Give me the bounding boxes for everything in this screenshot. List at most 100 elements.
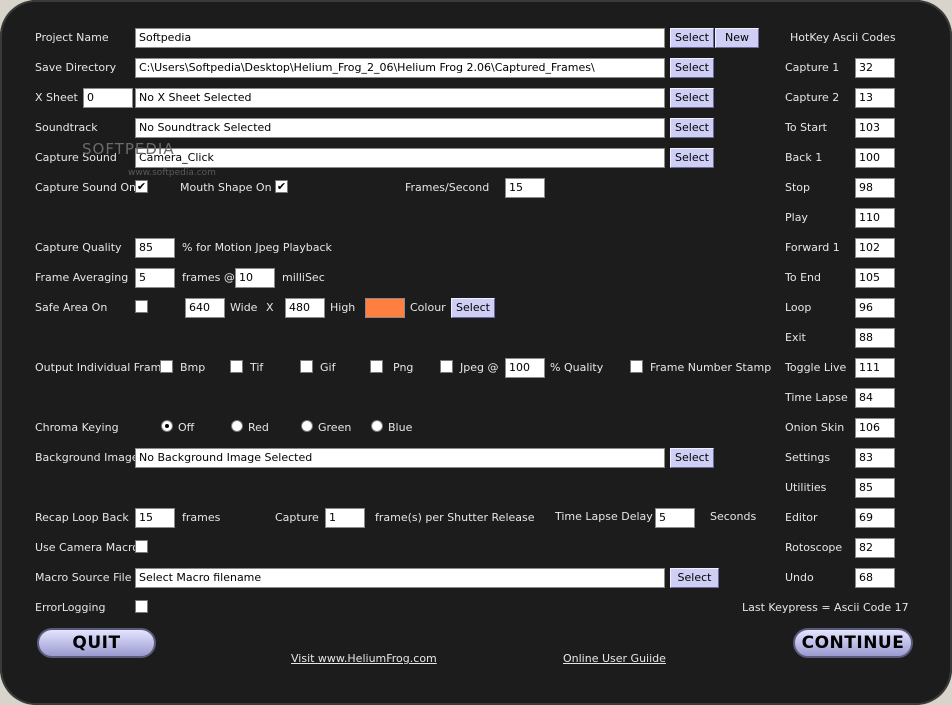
macro-source-field[interactable]: Select Macro filename (135, 568, 665, 588)
hotkey-label: Editor (785, 511, 818, 524)
quality-label: % Quality (550, 361, 604, 374)
mouth-shape-checkbox[interactable]: ✔ (275, 180, 288, 193)
hotkey-label: To End (785, 271, 821, 284)
colour-select-button[interactable]: Select (451, 298, 495, 318)
bmp-checkbox[interactable] (160, 360, 173, 373)
seconds-label: Seconds (710, 510, 757, 523)
time-lapse-delay-field[interactable]: 5 (655, 508, 695, 528)
hotkey-label: Utilities (785, 481, 827, 494)
hotkey-code-field[interactable]: 82 (855, 538, 895, 558)
bmp-label: Bmp (180, 361, 206, 374)
recap-loop-field[interactable]: 15 (135, 508, 175, 528)
hotkey-code-field[interactable]: 69 (855, 508, 895, 528)
gif-checkbox[interactable] (300, 360, 313, 373)
hotkey-code-field[interactable]: 111 (855, 358, 895, 378)
hotkey-code-field[interactable]: 32 (855, 58, 895, 78)
hotkey-label: Settings (785, 451, 831, 464)
chroma-green-radio[interactable] (301, 420, 313, 432)
save-directory-label: Save Directory (35, 61, 117, 74)
colour-label: Colour (410, 301, 446, 314)
hotkey-code-field[interactable]: 84 (855, 388, 895, 408)
settings-panel: Project Name Softpedia Select New Save D… (0, 0, 952, 705)
hotkey-code-field[interactable]: 96 (855, 298, 895, 318)
soundtrack-field[interactable]: No Soundtrack Selected (135, 118, 665, 138)
quit-button[interactable]: QUIT (37, 628, 156, 658)
hotkey-code-field[interactable]: 100 (855, 148, 895, 168)
capture-frames-field[interactable]: 1 (325, 508, 365, 528)
hotkey-code-field[interactable]: 85 (855, 478, 895, 498)
hotkey-code-field[interactable]: 88 (855, 328, 895, 348)
png-checkbox[interactable] (370, 360, 383, 373)
colour-swatch[interactable] (365, 298, 405, 318)
hotkey-label: Back 1 (785, 151, 823, 164)
project-name-label: Project Name (35, 31, 109, 44)
background-image-select-button[interactable]: Select (670, 448, 714, 468)
project-new-button[interactable]: New (715, 28, 759, 48)
hotkey-label: Undo (785, 571, 814, 584)
capture-quality-label: Capture Quality (35, 241, 122, 254)
x-sheet-field[interactable]: No X Sheet Selected (135, 88, 665, 108)
soundtrack-select-button[interactable]: Select (670, 118, 714, 138)
tif-checkbox[interactable] (230, 360, 243, 373)
chroma-red-radio[interactable] (231, 420, 243, 432)
frame-averaging-frames-field[interactable]: 5 (135, 268, 175, 288)
frame-number-stamp-checkbox[interactable] (630, 360, 643, 373)
background-image-label: Background Image (35, 451, 139, 464)
hotkey-label: Exit (785, 331, 806, 344)
hotkey-code-field[interactable]: 102 (855, 238, 895, 258)
safe-area-checkbox[interactable] (135, 300, 148, 313)
hotkey-code-field[interactable]: 98 (855, 178, 895, 198)
chroma-off-radio[interactable] (161, 420, 173, 432)
hotkey-code-field[interactable]: 13 (855, 88, 895, 108)
fps-field[interactable]: 15 (505, 178, 545, 198)
per-shutter-label: frame(s) per Shutter Release (375, 511, 535, 524)
safe-height-field[interactable]: 480 (285, 298, 325, 318)
chroma-green-label: Green (318, 421, 352, 434)
save-directory-field[interactable]: C:\Users\Softpedia\Desktop\Helium_Frog_2… (135, 58, 665, 78)
frame-averaging-label: Frame Averaging (35, 271, 129, 284)
jpeg-quality-field[interactable]: 100 (505, 358, 545, 378)
frame-averaging-ms-field[interactable]: 10 (235, 268, 275, 288)
capture-sound-field[interactable]: Camera_Click (135, 148, 665, 168)
capture-quality-field[interactable]: 85 (135, 238, 175, 258)
jpeg-checkbox[interactable] (440, 360, 453, 373)
visit-website-link[interactable]: Visit www.HeliumFrog.com (291, 652, 437, 665)
watermark-title: SOFTPEDIA (82, 140, 175, 158)
hotkey-code-field[interactable]: 105 (855, 268, 895, 288)
capture-sound-select-button[interactable]: Select (670, 148, 714, 168)
hotkey-code-field[interactable]: 68 (855, 568, 895, 588)
x-sheet-select-button[interactable]: Select (670, 88, 714, 108)
watermark-url: www.softpedia.com (128, 168, 216, 178)
hotkey-code-field[interactable]: 110 (855, 208, 895, 228)
safe-width-field[interactable]: 640 (185, 298, 225, 318)
macro-source-select-button[interactable]: Select (670, 568, 719, 588)
hotkey-label: Forward 1 (785, 241, 840, 254)
project-name-field[interactable]: Softpedia (135, 28, 665, 48)
hotkey-label: To Start (785, 121, 827, 134)
png-label: Png (393, 361, 414, 374)
error-logging-checkbox[interactable] (135, 600, 148, 613)
hotkey-label: Loop (785, 301, 812, 314)
hotkey-code-field[interactable]: 103 (855, 118, 895, 138)
hotkey-label: Time Lapse (785, 391, 848, 404)
hotkey-code-field[interactable]: 83 (855, 448, 895, 468)
use-camera-macro-checkbox[interactable] (135, 540, 148, 553)
hotkey-code-field[interactable]: 106 (855, 418, 895, 438)
millisec-label: milliSec (282, 271, 325, 284)
x-sheet-number-field[interactable]: 0 (83, 88, 133, 108)
fps-label: Frames/Second (405, 181, 490, 194)
project-select-button[interactable]: Select (670, 28, 714, 48)
capture-sound-on-checkbox[interactable]: ✔ (135, 180, 148, 193)
safe-area-label: Safe Area On (35, 301, 108, 314)
error-logging-label: ErrorLogging (35, 601, 106, 614)
background-image-field[interactable]: No Background Image Selected (135, 448, 665, 468)
frame-number-stamp-label: Frame Number Stamp (650, 361, 772, 374)
continue-button[interactable]: CONTINUE (793, 628, 913, 658)
jpeg-label: Jpeg @ (460, 361, 499, 374)
online-user-guide-link[interactable]: Online User Guiide (563, 652, 666, 665)
chroma-blue-radio[interactable] (371, 420, 383, 432)
hotkey-label: Play (785, 211, 808, 224)
hotkey-label: Stop (785, 181, 811, 194)
save-directory-select-button[interactable]: Select (670, 58, 714, 78)
mouth-shape-label: Mouth Shape On (180, 181, 272, 194)
